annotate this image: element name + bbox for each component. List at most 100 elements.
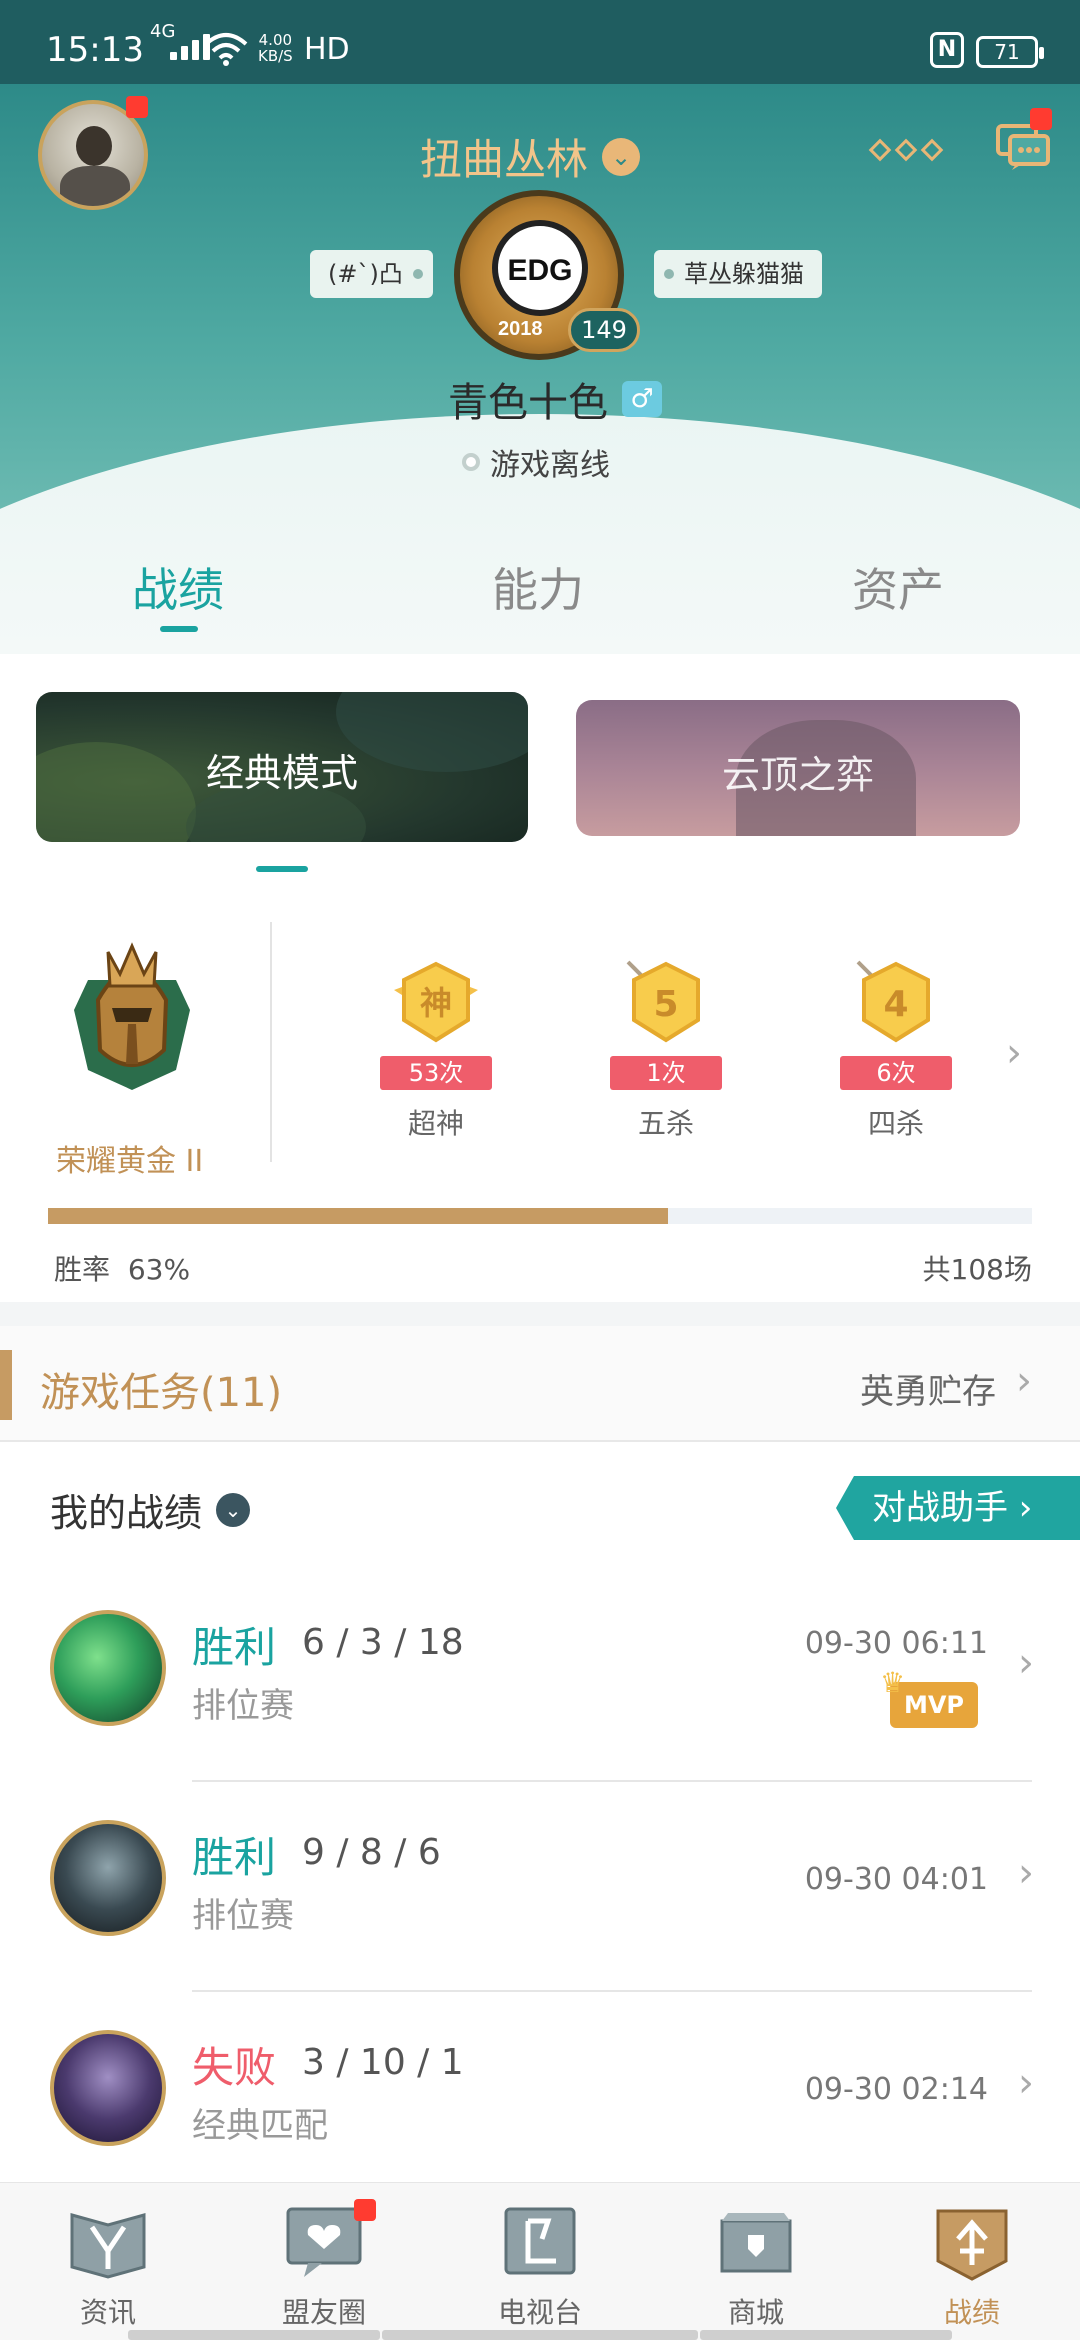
clan-logo-inner: EDG — [492, 220, 588, 316]
honor-count: 6次 — [840, 1056, 952, 1090]
nav-label: 电视台 — [497, 2296, 582, 2329]
status-bar: 15:13 4G 4.00 KB/S HD N 71 — [0, 0, 1080, 84]
nav-label: 盟友圈 — [281, 2296, 366, 2329]
legendary-badge-icon: 神 — [394, 961, 478, 1043]
honor-pentakill[interactable]: 5 1次 五杀 — [596, 960, 736, 1140]
nav-friends-circle[interactable]: 盟友圈 — [254, 2205, 394, 2331]
match-row[interactable]: 失败 3 / 10 / 1 经典匹配 09-30 02:14 › — [0, 1992, 1080, 2202]
clan-logo-text: EDG — [507, 254, 573, 287]
honor-label: 五杀 — [637, 1107, 694, 1140]
match-time: 09-30 02:14 — [804, 2072, 988, 2107]
home-indicator — [128, 2330, 380, 2340]
news-icon — [70, 2213, 146, 2279]
section-accent — [0, 1350, 12, 1420]
game-tasks-title: 游戏任务(11) — [40, 1370, 283, 1416]
level-badge: 149 — [568, 308, 640, 352]
honor-label: 四杀 — [867, 1107, 924, 1140]
chevron-right-icon: › — [1018, 1640, 1034, 1686]
match-mode: 排位赛 — [192, 1686, 294, 1726]
chevron-right-icon: › — [1018, 1850, 1034, 1896]
home-indicator — [382, 2330, 698, 2340]
home-indicator — [700, 2330, 952, 2340]
battle-assistant-button[interactable]: 对战助手 › — [836, 1476, 1080, 1540]
match-result: 失败 — [192, 2043, 277, 2092]
nav-notification-dot — [354, 2199, 376, 2221]
game-tasks-row[interactable]: 游戏任务(11) 英勇贮存 › — [0, 1326, 1080, 1442]
mode-classic-label: 经典模式 — [205, 751, 358, 795]
clan-tag-right[interactable]: 草丛躲猫猫 — [654, 250, 822, 298]
chevron-down-icon: ⌄ — [216, 1492, 251, 1527]
clan-logo-year: 2018 — [498, 318, 543, 340]
avatar-notification-dot — [126, 96, 148, 118]
shop-icon — [720, 2213, 792, 2273]
nav-label: 战绩 — [943, 2296, 1000, 2329]
chevron-right-icon[interactable]: › — [1006, 1030, 1022, 1076]
online-status: 游戏离线 — [462, 440, 610, 484]
match-mode: 经典匹配 — [192, 2106, 328, 2146]
nav-shop[interactable]: 商城 — [686, 2205, 826, 2331]
status-dot-icon — [462, 453, 480, 471]
wifi-icon — [204, 33, 248, 66]
match-kda: 3 / 10 / 1 — [302, 2042, 464, 2083]
win-rate-value: 63% — [127, 1253, 191, 1286]
win-rate-bar — [48, 1208, 1032, 1224]
network-speed: 4.00 KB/S — [258, 32, 293, 64]
my-records-header[interactable]: 我的战绩 ⌄ — [50, 1482, 251, 1537]
tab-records[interactable]: 战绩 — [132, 554, 224, 620]
honor-glyph: 神 — [420, 984, 452, 1022]
my-records-title: 我的战绩 — [50, 1491, 203, 1535]
honor-count: 1次 — [610, 1056, 722, 1090]
honor-glyph: 4 — [883, 984, 908, 1025]
nfc-icon: N — [930, 32, 964, 68]
nav-tv[interactable]: 电视台 — [470, 2205, 610, 2331]
hero-avatar — [50, 1820, 166, 1936]
hero-avatar — [50, 2030, 166, 2146]
valor-storage-link[interactable]: 英勇贮存 — [860, 1364, 996, 1413]
match-kda: 9 / 8 / 6 — [302, 1832, 441, 1873]
battery-icon: 71 — [976, 36, 1044, 68]
mode-classic-card[interactable]: 经典模式 — [36, 692, 528, 842]
nav-news[interactable]: 资讯 — [38, 2205, 178, 2331]
match-row[interactable]: 胜利 9 / 8 / 6 排位赛 09-30 04:01 › — [0, 1782, 1080, 1992]
more-options-icon[interactable] — [868, 138, 944, 162]
nav-label: 商城 — [727, 2296, 784, 2329]
profile-tabs: 战绩 能力 资产 — [0, 540, 1080, 644]
mode-selected-indicator — [256, 866, 308, 872]
match-row[interactable]: 胜利 6 / 3 / 18 排位赛 09-30 06:11 MVP › — [0, 1572, 1080, 1782]
avatar-body — [60, 166, 130, 206]
tv-icon — [504, 2207, 576, 2275]
player-name-row: 青色十色 ♂ — [448, 370, 662, 428]
match-time: 09-30 06:11 — [804, 1626, 988, 1661]
section-gap — [0, 1302, 1080, 1326]
match-kda: 6 / 3 / 18 — [302, 1622, 464, 1663]
server-name: 扭曲丛林 — [420, 135, 589, 184]
chevron-right-icon: › — [1018, 2060, 1034, 2106]
tab-ability[interactable]: 能力 — [492, 554, 584, 620]
records-icon — [936, 2209, 1008, 2281]
avatar-head — [76, 126, 112, 166]
match-result: 胜利 — [192, 1833, 277, 1882]
hd-indicator: HD — [304, 32, 350, 67]
honor-label: 超神 — [407, 1107, 464, 1140]
server-selector[interactable]: 扭曲丛林 ⌄ — [420, 126, 641, 187]
gender-male-icon: ♂ — [622, 381, 662, 417]
match-result: 胜利 — [192, 1623, 277, 1672]
divider — [270, 922, 272, 1162]
status-text: 游戏离线 — [490, 448, 610, 483]
nav-label: 资讯 — [79, 2296, 136, 2329]
mode-tft-label: 云顶之弈 — [721, 753, 874, 797]
honor-legendary[interactable]: 神 53次 超神 — [366, 960, 506, 1140]
clan-tag-left[interactable]: (#`)凸 — [310, 250, 433, 298]
speed-unit: KB/S — [258, 47, 293, 65]
chevron-right-icon: › — [1016, 1358, 1032, 1404]
rank-helmet-icon — [74, 942, 190, 1090]
bottom-navigation: 资讯 盟友圈 电视台 商城 战绩 — [0, 2182, 1080, 2340]
nav-records[interactable]: 战绩 — [902, 2205, 1042, 2331]
player-name: 青色十色 — [448, 380, 608, 426]
tab-assets[interactable]: 资产 — [852, 554, 944, 620]
honor-quadrakill[interactable]: 4 6次 四杀 — [826, 960, 966, 1140]
quadrakill-badge-icon: 4 — [856, 960, 930, 1043]
mode-tft-card[interactable]: 云顶之弈 — [576, 700, 1020, 836]
chevron-down-icon: ⌄ — [602, 137, 641, 176]
active-tab-indicator — [160, 626, 198, 632]
